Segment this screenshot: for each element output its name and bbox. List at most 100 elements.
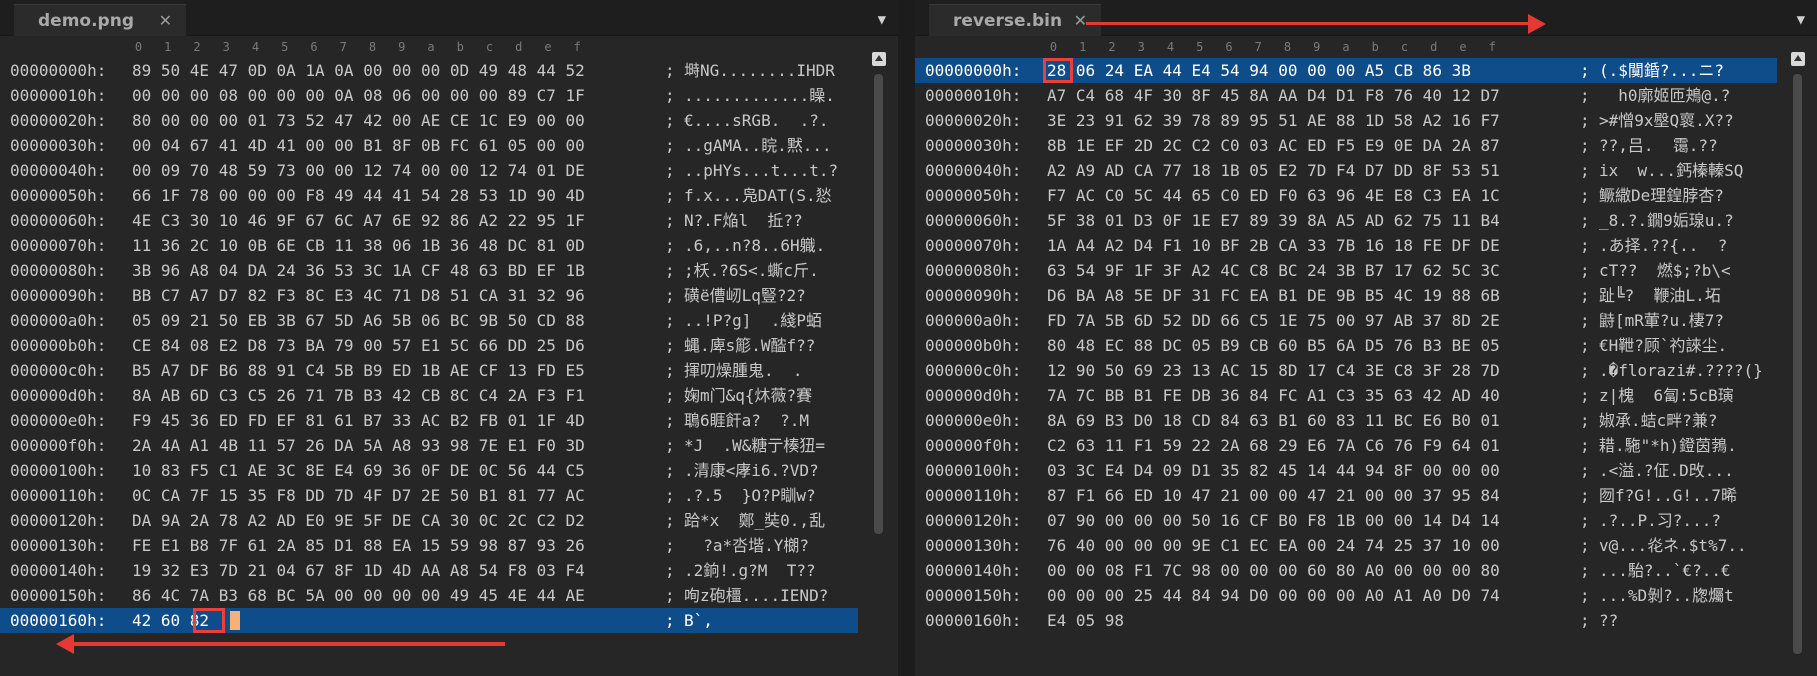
hex-row[interactable]: 00000000h: 28 06 24 EA 44 E4 54 94 00 00 … bbox=[915, 58, 1777, 83]
row-ascii[interactable]: ix w...鈣榛轃SQ bbox=[1599, 158, 1743, 183]
row-ascii[interactable]: .<溢.?佂.D攺... bbox=[1599, 458, 1734, 483]
row-ascii[interactable]: h0廓姬匝鴂@.? bbox=[1599, 83, 1730, 108]
hex-row[interactable]: 00000020h: 80 00 00 00 01 73 52 47 42 00 … bbox=[0, 108, 858, 133]
row-ascii[interactable]: .清康<庨i6.?VD? bbox=[684, 458, 819, 483]
row-ascii[interactable]: ..gAMA..睆.黙... bbox=[684, 133, 832, 158]
row-hex-bytes[interactable]: 1A A4 A2 D4 F1 10 BF 2B CA 33 7B 16 18 F… bbox=[1047, 233, 1500, 258]
hex-row[interactable]: 000000f0h: C2 63 11 F1 59 22 2A 68 29 E6 … bbox=[915, 433, 1777, 458]
row-ascii[interactable]: ..!P?g] .綫P蛨 bbox=[684, 308, 822, 333]
row-hex-bytes[interactable]: 00 00 00 25 44 84 94 D0 00 00 00 A0 A1 A… bbox=[1047, 583, 1500, 608]
hex-row[interactable]: 00000080h: 3B 96 A8 04 DA 24 36 53 3C 1A … bbox=[0, 258, 858, 283]
hex-row[interactable]: 000000d0h: 7A 7C BB B1 FE DB 36 84 FC A1 … bbox=[915, 383, 1777, 408]
tab-reverse-bin[interactable]: reverse.bin ✕ bbox=[929, 4, 1101, 36]
hex-row[interactable]: 00000060h: 4E C3 30 10 46 9F 67 6C A7 6E … bbox=[0, 208, 858, 233]
row-ascii[interactable]: 咰z砲橿....IEND? bbox=[684, 583, 828, 608]
chevron-down-icon[interactable]: ▼ bbox=[878, 12, 886, 28]
hex-row[interactable]: 00000100h: 03 3C E4 D4 09 D1 35 82 45 14 … bbox=[915, 458, 1777, 483]
row-ascii[interactable]: cT?? 燃$;?b\< bbox=[1599, 258, 1731, 283]
row-hex-bytes[interactable]: CE 84 08 E2 D8 73 BA 79 00 57 E1 5C 66 D… bbox=[132, 333, 585, 358]
hex-row[interactable]: 00000090h: BB C7 A7 D7 82 F3 8C E3 4C 71 … bbox=[0, 283, 858, 308]
row-ascii[interactable]: .6,..n?8..6H軄. bbox=[684, 233, 825, 258]
row-ascii[interactable]: 趾╚? 鞭油L.坧 bbox=[1599, 283, 1721, 308]
row-ascii[interactable]: 蝿.庳s簓.W醓f?? bbox=[684, 333, 815, 358]
row-ascii[interactable]: (.$闃錉?...ニ? bbox=[1599, 58, 1724, 83]
row-hex-bytes[interactable]: FE E1 B8 7F 61 2A 85 D1 88 EA 15 59 98 8… bbox=[132, 533, 585, 558]
hex-row[interactable]: 00000040h: 00 09 70 48 59 73 00 00 12 74 … bbox=[0, 158, 858, 183]
scroll-thumb[interactable] bbox=[874, 74, 883, 534]
close-icon[interactable]: ✕ bbox=[1074, 11, 1087, 30]
row-ascii[interactable]: ..pHYs...t...t.? bbox=[684, 158, 838, 183]
row-hex-bytes[interactable]: 8B 1E EF 2D 2C C2 C0 03 AC ED F5 E9 0E D… bbox=[1047, 133, 1500, 158]
hex-row[interactable]: 00000100h: 10 83 F5 C1 AE 3C 8E E4 69 36 … bbox=[0, 458, 858, 483]
row-hex-bytes[interactable]: 80 48 EC 88 DC 05 B9 CB 60 B5 6A D5 76 B… bbox=[1047, 333, 1500, 358]
hex-row[interactable]: 00000160h: 42 60 82; B`‚ bbox=[0, 608, 858, 633]
row-ascii[interactable]: 磺ё傮屻Lq豎?2? bbox=[684, 283, 806, 308]
hex-row[interactable]: 00000140h: 19 32 E3 7D 21 04 67 8F 1D 4D … bbox=[0, 558, 858, 583]
hex-row[interactable]: 00000150h: 86 4C 7A B3 68 BC 5A 00 00 00 … bbox=[0, 583, 858, 608]
hex-rows[interactable]: 00000000h: 89 50 4E 47 0D 0A 1A 0A 00 00 … bbox=[0, 58, 858, 633]
row-hex-bytes[interactable]: B5 A7 DF B6 88 91 C4 5B B9 ED 1B AE CF 1… bbox=[132, 358, 585, 383]
row-ascii[interactable]: 婅m门&q{炑薇?賽 bbox=[684, 383, 812, 408]
row-hex-bytes[interactable]: 03 3C E4 D4 09 D1 35 82 45 14 44 94 8F 0… bbox=[1047, 458, 1500, 483]
hex-row[interactable]: 00000000h: 89 50 4E 47 0D 0A 1A 0A 00 00 … bbox=[0, 58, 858, 83]
hex-rows[interactable]: 00000000h: 28 06 24 EA 44 E4 54 94 00 00 … bbox=[915, 58, 1777, 633]
row-hex-bytes[interactable]: 4E C3 30 10 46 9F 67 6C A7 6E 92 86 A2 2… bbox=[132, 208, 585, 233]
hex-row[interactable]: 00000030h: 8B 1E EF 2D 2C C2 C0 03 AC ED … bbox=[915, 133, 1777, 158]
row-hex-bytes[interactable]: C2 63 11 F1 59 22 2A 68 29 E6 7A C6 76 F… bbox=[1047, 433, 1500, 458]
hex-row[interactable]: 000000e0h: F9 45 36 ED FD EF 81 61 B7 33 … bbox=[0, 408, 858, 433]
row-ascii[interactable]: 跲*x 鄭_奘0.,乱 bbox=[684, 508, 825, 533]
hex-row[interactable]: 00000010h: A7 C4 68 4F 30 8F 45 8A AA D4 … bbox=[915, 83, 1777, 108]
row-ascii[interactable]: 囫f?G!..G!..7晞 bbox=[1599, 483, 1737, 508]
scroll-up-icon[interactable] bbox=[1791, 52, 1805, 66]
row-hex-bytes[interactable]: 76 40 00 00 00 9E C1 EC EA 00 24 74 25 3… bbox=[1047, 533, 1500, 558]
row-hex-bytes[interactable]: 2A 4A A1 4B 11 57 26 DA 5A A8 93 98 7E E… bbox=[132, 433, 585, 458]
hex-row[interactable]: 000000b0h: CE 84 08 E2 D8 73 BA 79 00 57 … bbox=[0, 333, 858, 358]
row-ascii[interactable]: .�florazi#.????(} bbox=[1599, 358, 1763, 383]
row-ascii[interactable]: B`‚ bbox=[684, 608, 713, 633]
hex-row[interactable]: 00000020h: 3E 23 91 62 39 78 89 95 51 AE … bbox=[915, 108, 1777, 133]
row-ascii[interactable]: ?a*呇堦.Y樃? bbox=[684, 533, 809, 558]
hex-row[interactable]: 000000b0h: 80 48 EC 88 DC 05 B9 CB 60 B5 … bbox=[915, 333, 1777, 358]
row-hex-bytes[interactable]: BB C7 A7 D7 82 F3 8C E3 4C 71 D8 51 CA 3… bbox=[132, 283, 585, 308]
row-hex-bytes[interactable]: 00 00 00 08 00 00 00 0A 08 06 00 00 00 8… bbox=[132, 83, 585, 108]
row-ascii[interactable]: 鵈6睚飦a? ?.M bbox=[684, 408, 809, 433]
row-ascii[interactable]: z|槐 6匐:5cB璌 bbox=[1599, 383, 1734, 408]
row-ascii[interactable]: >#憎9x壂Q褱.X?? bbox=[1599, 108, 1734, 133]
row-hex-bytes[interactable]: 7A 7C BB B1 FE DB 36 84 FC A1 C3 35 63 4… bbox=[1047, 383, 1500, 408]
row-ascii[interactable]: ...%D剝?..牎爥t bbox=[1599, 583, 1734, 608]
row-ascii[interactable]: 塒NG........IHDR bbox=[684, 58, 835, 83]
scroll-up-icon[interactable] bbox=[872, 52, 886, 66]
row-hex-bytes[interactable]: 00 00 08 F1 7C 98 00 00 00 60 80 A0 00 0… bbox=[1047, 558, 1500, 583]
row-hex-bytes[interactable]: 87 F1 66 ED 10 47 21 00 00 47 21 00 00 3… bbox=[1047, 483, 1500, 508]
row-hex-bytes[interactable]: 11 36 2C 10 0B 6E CB 11 38 06 1B 36 48 D… bbox=[132, 233, 585, 258]
scroll-thumb[interactable] bbox=[1793, 74, 1802, 654]
vertical-scrollbar[interactable] bbox=[1787, 50, 1807, 658]
close-icon[interactable]: ✕ bbox=[159, 11, 172, 30]
vertical-scrollbar[interactable] bbox=[868, 50, 888, 658]
row-hex-bytes[interactable]: F9 45 36 ED FD EF 81 61 B7 33 AC B2 FB 0… bbox=[132, 408, 585, 433]
hex-row[interactable]: 00000040h: A2 A9 AD CA 77 18 1B 05 E2 7D … bbox=[915, 158, 1777, 183]
row-hex-bytes[interactable]: 00 09 70 48 59 73 00 00 12 74 00 00 12 7… bbox=[132, 158, 585, 183]
hex-row[interactable]: 00000060h: 5F 38 01 D3 0F 1E E7 89 39 8A … bbox=[915, 208, 1777, 233]
row-hex-bytes[interactable]: 05 09 21 50 EB 3B 67 5D A6 5B 06 BC 9B 5… bbox=[132, 308, 585, 333]
hex-row[interactable]: 000000c0h: B5 A7 DF B6 88 91 C4 5B B9 ED … bbox=[0, 358, 858, 383]
row-ascii[interactable]: .?..P.习?...? bbox=[1599, 508, 1721, 533]
row-hex-bytes[interactable]: A2 A9 AD CA 77 18 1B 05 E2 7D F4 D7 DD 8… bbox=[1047, 158, 1500, 183]
row-ascii[interactable]: 鼭[mR葷?u.棲7? bbox=[1599, 308, 1724, 333]
row-hex-bytes[interactable]: 66 1F 78 00 00 00 F8 49 44 41 54 28 53 1… bbox=[132, 183, 585, 208]
row-ascii[interactable]: *J .W&糖亍楱狃= bbox=[684, 433, 825, 458]
hex-row[interactable]: 000000e0h: 8A 69 B3 D0 18 CD 84 63 B1 60 … bbox=[915, 408, 1777, 433]
hex-row[interactable]: 00000120h: 07 90 00 00 00 50 16 CF B0 F8 … bbox=[915, 508, 1777, 533]
row-ascii[interactable]: 耤.駞"*h)鐙茵鵓. bbox=[1599, 433, 1737, 458]
row-ascii[interactable]: €H靾?顾`礿誺尘. bbox=[1599, 333, 1727, 358]
row-hex-bytes[interactable]: F7 AC C0 5C 44 65 C0 ED F0 63 96 4E E8 C… bbox=[1047, 183, 1500, 208]
hex-row[interactable]: 00000150h: 00 00 00 25 44 84 94 D0 00 00 … bbox=[915, 583, 1777, 608]
hex-row[interactable]: 00000070h: 1A A4 A2 D4 F1 10 BF 2B CA 33 … bbox=[915, 233, 1777, 258]
row-hex-bytes[interactable]: 86 4C 7A B3 68 BC 5A 00 00 00 00 49 45 4… bbox=[132, 583, 585, 608]
hex-row[interactable]: 00000080h: 63 54 9F 1F 3F A2 4C C8 BC 24 … bbox=[915, 258, 1777, 283]
row-ascii[interactable]: f.x...凫DAT(S.悐 bbox=[684, 183, 832, 208]
hex-row[interactable]: 00000050h: F7 AC C0 5C 44 65 C0 ED F0 63 … bbox=[915, 183, 1777, 208]
row-hex-bytes[interactable]: DA 9A 2A 78 A2 AD E0 9E 5F DE CA 30 0C 2… bbox=[132, 508, 585, 533]
row-ascii[interactable]: 鳜繖De理鍠脖杏? bbox=[1599, 183, 1724, 208]
row-ascii[interactable]: 揮叨燥腫鬼. . bbox=[684, 358, 803, 383]
